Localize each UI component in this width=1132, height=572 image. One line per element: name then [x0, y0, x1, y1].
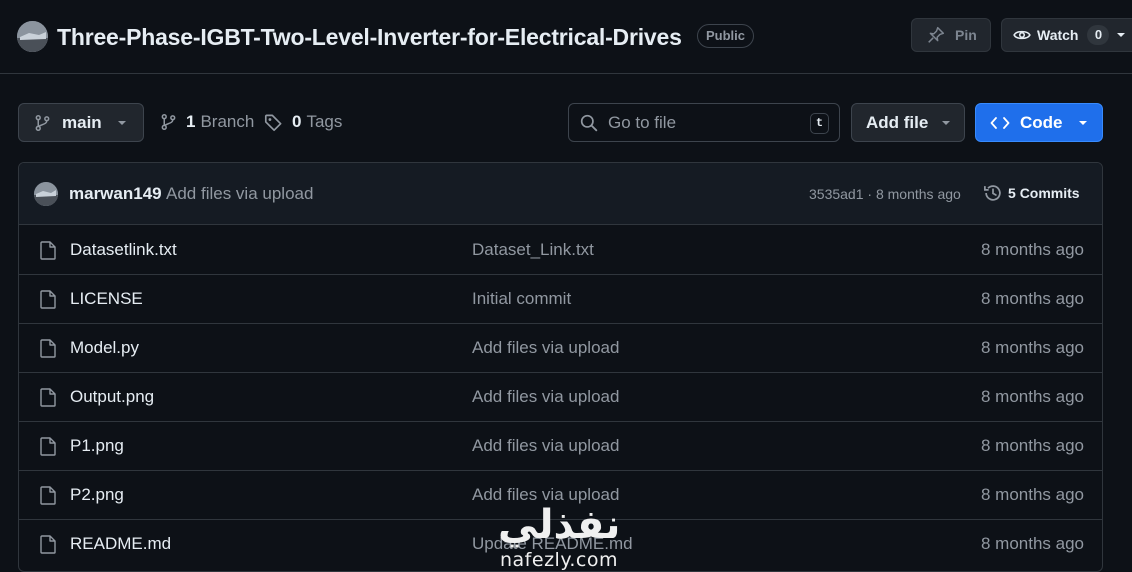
- tag-count-label: Tags: [306, 112, 343, 131]
- file-commit-age: 8 months ago: [980, 534, 1084, 553]
- watch-label: Watch: [1037, 27, 1079, 43]
- table-row[interactable]: Model.py Add files via upload 8 months ago: [19, 324, 1102, 373]
- file-commit-message[interactable]: Add files via upload: [472, 338, 619, 358]
- code-label: Code: [1020, 112, 1063, 132]
- avatar[interactable]: [34, 182, 58, 206]
- chevron-down-icon: [1078, 120, 1087, 125]
- chevron-down-icon: [117, 120, 126, 125]
- file-name[interactable]: Datasetlink.txt: [70, 240, 177, 260]
- table-row[interactable]: README.md Update README.md 8 months ago: [19, 520, 1102, 569]
- commits-label: Commits: [1019, 185, 1080, 201]
- watch-count: 0: [1087, 25, 1110, 45]
- chevron-down-icon[interactable]: [1116, 30, 1126, 40]
- commits-history-link[interactable]: 5 Commits: [983, 183, 1080, 203]
- table-row[interactable]: P2.png Add files via upload 8 months ago: [19, 471, 1102, 520]
- commits-count: 5: [1008, 185, 1016, 201]
- branch-name: main: [62, 112, 102, 132]
- code-icon: [990, 116, 1010, 129]
- pin-label: Pin: [955, 27, 977, 43]
- watch-button[interactable]: Watch 0: [1001, 18, 1132, 52]
- meta-separator: ·: [867, 186, 873, 202]
- file-icon: [40, 535, 56, 554]
- repo-header: Three-Phase-IGBT-Two-Level-Inverter-for-…: [0, 0, 1132, 74]
- file-list: marwan149 Add files via upload 3535ad1 ·…: [18, 162, 1103, 572]
- go-to-file-search[interactable]: t: [568, 103, 840, 142]
- tag-icon: [264, 114, 282, 131]
- table-row[interactable]: Datasetlink.txt Dataset_Link.txt 8 months …: [19, 226, 1102, 275]
- file-icon: [40, 290, 56, 309]
- file-name[interactable]: README.md: [70, 534, 171, 554]
- latest-commit-bar: marwan149 Add files via upload 3535ad1 ·…: [19, 163, 1102, 225]
- repo-title[interactable]: Three-Phase-IGBT-Two-Level-Inverter-for-…: [57, 24, 682, 51]
- file-icon: [40, 241, 56, 260]
- file-commit-message[interactable]: Dataset_Link.txt: [472, 240, 594, 260]
- file-commit-age: 8 months ago: [980, 338, 1084, 357]
- file-name[interactable]: Model.py: [70, 338, 139, 358]
- branch-count-label: Branch: [200, 112, 255, 131]
- table-row[interactable]: LICENSE Initial commit 8 months ago: [19, 275, 1102, 324]
- history-icon: [984, 185, 1001, 201]
- tag-count: 0: [292, 112, 302, 131]
- file-name[interactable]: P1.png: [70, 436, 124, 456]
- file-icon: [40, 437, 56, 456]
- commit-author[interactable]: marwan149: [69, 184, 162, 204]
- commit-meta: 3535ad1 · 8 months ago: [809, 186, 961, 202]
- tags-link[interactable]: 0 Tags: [264, 112, 342, 132]
- file-commit-age: 8 months ago: [980, 485, 1084, 504]
- commit-age: 8 months ago: [875, 186, 961, 202]
- file-commit-age: 8 months ago: [980, 240, 1084, 259]
- file-commit-message[interactable]: Add files via upload: [472, 387, 619, 407]
- file-commit-message[interactable]: Update README.md: [472, 534, 633, 554]
- file-name[interactable]: LICENSE: [70, 289, 143, 309]
- branch-count: 1: [186, 112, 196, 131]
- file-commit-message[interactable]: Add files via upload: [472, 485, 619, 505]
- git-branch-icon: [161, 114, 176, 130]
- code-button[interactable]: Code: [975, 103, 1103, 142]
- file-icon: [40, 388, 56, 407]
- file-commit-age: 8 months ago: [980, 289, 1084, 308]
- add-file-button[interactable]: Add file: [851, 103, 965, 142]
- pin-icon: [928, 26, 945, 43]
- file-commit-message[interactable]: Add files via upload: [472, 436, 619, 456]
- table-row[interactable]: P1.png Add files via upload 8 months ago: [19, 422, 1102, 471]
- search-icon: [580, 114, 598, 131]
- file-commit-age: 8 months ago: [980, 436, 1084, 455]
- table-row[interactable]: Output.png Add files via upload 8 months a…: [19, 373, 1102, 422]
- file-name[interactable]: Output.png: [70, 387, 154, 407]
- repository-page: Three-Phase-IGBT-Two-Level-Inverter-for-…: [0, 0, 1132, 572]
- add-file-label: Add file: [866, 112, 929, 132]
- visibility-badge: Public: [697, 24, 755, 48]
- branch-selector[interactable]: main: [18, 103, 144, 142]
- search-input[interactable]: [608, 112, 798, 133]
- branches-link[interactable]: 1 Branch: [160, 112, 254, 132]
- keyboard-shortcut-hint: t: [810, 113, 829, 134]
- eye-icon: [1013, 30, 1031, 40]
- file-icon: [40, 486, 56, 505]
- file-commit-message[interactable]: Initial commit: [472, 289, 571, 309]
- owner-avatar[interactable]: [17, 21, 48, 52]
- file-commit-age: 8 months ago: [980, 387, 1084, 406]
- commit-hash[interactable]: 3535ad1: [809, 186, 864, 202]
- file-name[interactable]: P2.png: [70, 485, 124, 505]
- pin-button[interactable]: Pin: [911, 18, 991, 52]
- git-branch-icon: [35, 114, 50, 131]
- file-icon: [40, 339, 56, 358]
- chevron-down-icon: [942, 120, 951, 125]
- commit-message[interactable]: Add files via upload: [166, 184, 313, 204]
